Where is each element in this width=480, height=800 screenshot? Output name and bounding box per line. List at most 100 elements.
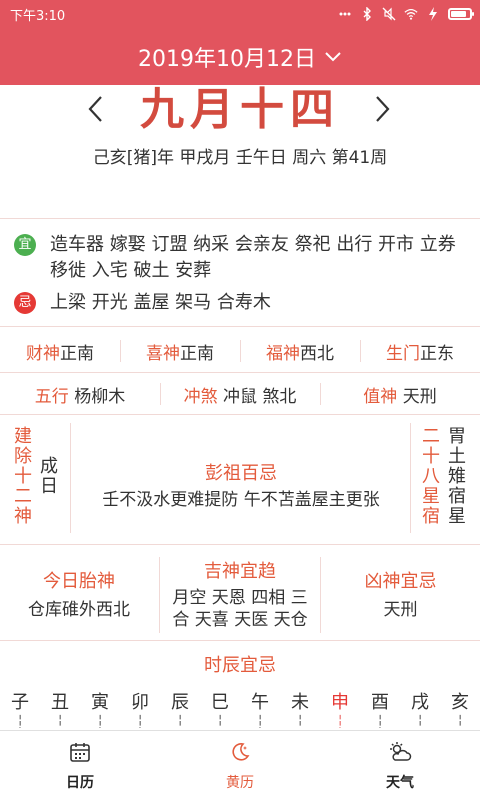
pengzu-section: 建除十二神 成日 彭祖百忌 壬不汲水更难提防 午不苫盖屋主更张 二十八星宿 胃土… bbox=[0, 415, 480, 541]
shichen-tick: ╎ bbox=[56, 714, 64, 727]
weather-icon[interactable] bbox=[387, 740, 413, 768]
status-time: 下午3:10 bbox=[10, 8, 66, 24]
god-cell: 生门正东 bbox=[386, 343, 454, 364]
shichen-hour[interactable]: 亥╎凶 bbox=[440, 688, 480, 728]
divider bbox=[0, 218, 480, 219]
jianchu-value: 成日 bbox=[40, 456, 58, 497]
shichen-hour-name: 申 bbox=[331, 692, 349, 713]
shichen-hour[interactable]: 寅╎吉 bbox=[80, 688, 120, 728]
yi-badge: 宜 bbox=[14, 234, 36, 256]
shichen-hour-name: 巳 bbox=[211, 692, 229, 713]
shichen-tick: ╎ bbox=[256, 714, 264, 727]
shichen-hour-name: 午 bbox=[251, 692, 269, 713]
xiu-label: 二十八星宿 bbox=[422, 426, 440, 527]
shichen-hour[interactable]: 子╎吉 bbox=[0, 688, 40, 728]
shichen-tick: ╎ bbox=[216, 714, 224, 727]
ji-text: 上梁 开光 盖屋 架马 合寿木 bbox=[50, 292, 271, 313]
separator bbox=[70, 423, 71, 533]
yi-section: 宜 造车器 嫁娶 订盟 纳采 会亲友 祭祀 出行 开市 立券 移徙 入宅 破土 … bbox=[0, 232, 480, 284]
ganzhi-line: 己亥[猪]年 甲戌月 壬午日 周六 第41周 bbox=[92, 148, 388, 168]
chongsha-cell: 冲煞 冲鼠 煞北 bbox=[183, 386, 297, 407]
lunar-day: 九月十四 bbox=[140, 84, 340, 135]
gods-row-1: 财神正南 喜神正南 福神西北 生门正东 bbox=[0, 334, 480, 368]
shichen-tick: ╎ bbox=[136, 714, 144, 727]
divider bbox=[0, 640, 480, 641]
shichen-hour[interactable]: 巳╎凶 bbox=[200, 688, 240, 728]
yi-text: 造车器 嫁娶 订盟 纳采 会亲友 祭祀 出行 开市 立券 移徙 入宅 破土 安葬 bbox=[50, 234, 456, 281]
shichen-hour-name: 子 bbox=[11, 692, 29, 713]
separator bbox=[120, 340, 121, 362]
shichen-hour-name: 亥 bbox=[451, 692, 469, 713]
jishen-col: 吉神宜趋 月空 天恩 四相 三 合 天喜 天医 天仓 bbox=[160, 557, 320, 641]
nav-weather-label[interactable]: 天气 bbox=[386, 772, 414, 792]
status-bar: 下午3:10 bbox=[0, 0, 480, 28]
more-dots-icon bbox=[338, 7, 352, 21]
separator bbox=[240, 340, 241, 362]
shichen-tick: ╎ bbox=[96, 714, 104, 727]
xiongshen-text: 天刑 bbox=[383, 600, 418, 620]
xiongshen-title: 凶神宜忌 bbox=[364, 571, 437, 592]
shichen-tick: ╎ bbox=[176, 714, 184, 727]
shichen-hour-name: 未 bbox=[291, 692, 309, 713]
shichen-tick: ╎ bbox=[376, 714, 384, 727]
jishen-text: 月空 天恩 四相 三 合 天喜 天医 天仓 bbox=[172, 588, 308, 630]
shichen-hour[interactable]: 酉╎吉 bbox=[360, 688, 400, 728]
shichen-hour[interactable]: 戌╎凶 bbox=[400, 688, 440, 728]
separator bbox=[410, 423, 411, 533]
jianchu-label: 建除十二神 bbox=[14, 426, 32, 527]
nav-almanac[interactable]: 黄历 bbox=[160, 731, 320, 800]
gods-row-2: 五行 杨柳木 冲煞 冲鼠 煞北 值神 天刑 bbox=[0, 377, 480, 411]
shichen-hour[interactable]: 卯╎吉 bbox=[120, 688, 160, 728]
shichen-hour-name: 戌 bbox=[411, 692, 429, 713]
shichen-hour[interactable]: 未╎凶 bbox=[280, 688, 320, 728]
bluetooth-icon bbox=[360, 7, 374, 21]
shichen-hour-name: 酉 bbox=[371, 692, 389, 713]
nav-calendar-label[interactable]: 日历 bbox=[66, 772, 94, 792]
shichen-hour[interactable]: 丑╎凶 bbox=[40, 688, 80, 728]
app-header: 下午3:10 2019年10月12日 bbox=[0, 0, 480, 85]
calendar-icon[interactable] bbox=[68, 740, 92, 768]
mute-icon bbox=[382, 7, 396, 21]
xiongshen-col: 凶神宜忌 天刑 bbox=[321, 567, 480, 651]
header-date[interactable]: 2019年10月12日 bbox=[138, 41, 316, 73]
god-cell: 福神西北 bbox=[266, 343, 334, 364]
wifi-icon bbox=[404, 7, 418, 21]
ji-section: 忌 上梁 开光 盖屋 架马 合寿木 bbox=[0, 290, 480, 316]
shichen-tick: ╎ bbox=[16, 714, 24, 727]
nav-almanac-label[interactable]: 黄历 bbox=[226, 772, 254, 792]
chevron-down-icon[interactable] bbox=[324, 51, 342, 63]
shichen-hour[interactable]: 午╎吉 bbox=[240, 688, 280, 728]
divider bbox=[0, 326, 480, 327]
pengzu-text: 壬不汲水更难提防 午不苫盖屋主更张 bbox=[102, 490, 380, 510]
nav-weather[interactable]: 天气 bbox=[320, 731, 480, 800]
separator bbox=[320, 383, 321, 405]
ji-badge: 忌 bbox=[14, 292, 36, 314]
shichen-hour[interactable]: 申╎吉 bbox=[320, 688, 360, 728]
shichen-hour[interactable]: 辰╎凶 bbox=[160, 688, 200, 728]
status-icons bbox=[338, 7, 474, 21]
shichen-tick: ╎ bbox=[416, 714, 424, 727]
battery-icon bbox=[448, 8, 474, 20]
moon-icon[interactable] bbox=[228, 740, 252, 768]
date-selector[interactable]: 2019年10月12日 bbox=[0, 28, 480, 85]
god-cell: 喜神正南 bbox=[146, 343, 214, 364]
taishen-text: 仓库碓外西北 bbox=[28, 600, 130, 620]
taishen-title: 今日胎神 bbox=[43, 571, 115, 592]
shichen-hour-name: 寅 bbox=[91, 692, 109, 713]
separator bbox=[360, 340, 361, 362]
xiu-value: 胃土雉宿星 bbox=[448, 426, 466, 527]
next-day-icon[interactable] bbox=[368, 89, 398, 129]
divider bbox=[0, 372, 480, 373]
lunar-section: 九月十四 己亥[猪]年 甲戌月 壬午日 周六 第41周 bbox=[0, 85, 480, 217]
shichen-row[interactable]: 子╎吉丑╎凶寅╎吉卯╎吉辰╎凶巳╎凶午╎吉未╎凶申╎吉酉╎吉戌╎凶亥╎凶 bbox=[0, 688, 480, 728]
bottom-nav: 日历 黄历 天气 bbox=[0, 730, 480, 800]
shichen-title: 时辰宜忌 bbox=[204, 655, 276, 676]
wuxing-cell: 五行 杨柳木 bbox=[34, 386, 126, 407]
shichen-tick: ╎ bbox=[296, 714, 304, 727]
shichen-hour-name: 卯 bbox=[131, 692, 149, 713]
nav-calendar[interactable]: 日历 bbox=[0, 731, 160, 800]
pengzu-title: 彭祖百忌 bbox=[205, 463, 277, 484]
separator bbox=[160, 383, 161, 405]
taishen-section: 今日胎神 仓库碓外西北 吉神宜趋 月空 天恩 四相 三 合 天喜 天医 天仓 凶… bbox=[0, 553, 480, 637]
god-cell: 财神正南 bbox=[26, 343, 94, 364]
